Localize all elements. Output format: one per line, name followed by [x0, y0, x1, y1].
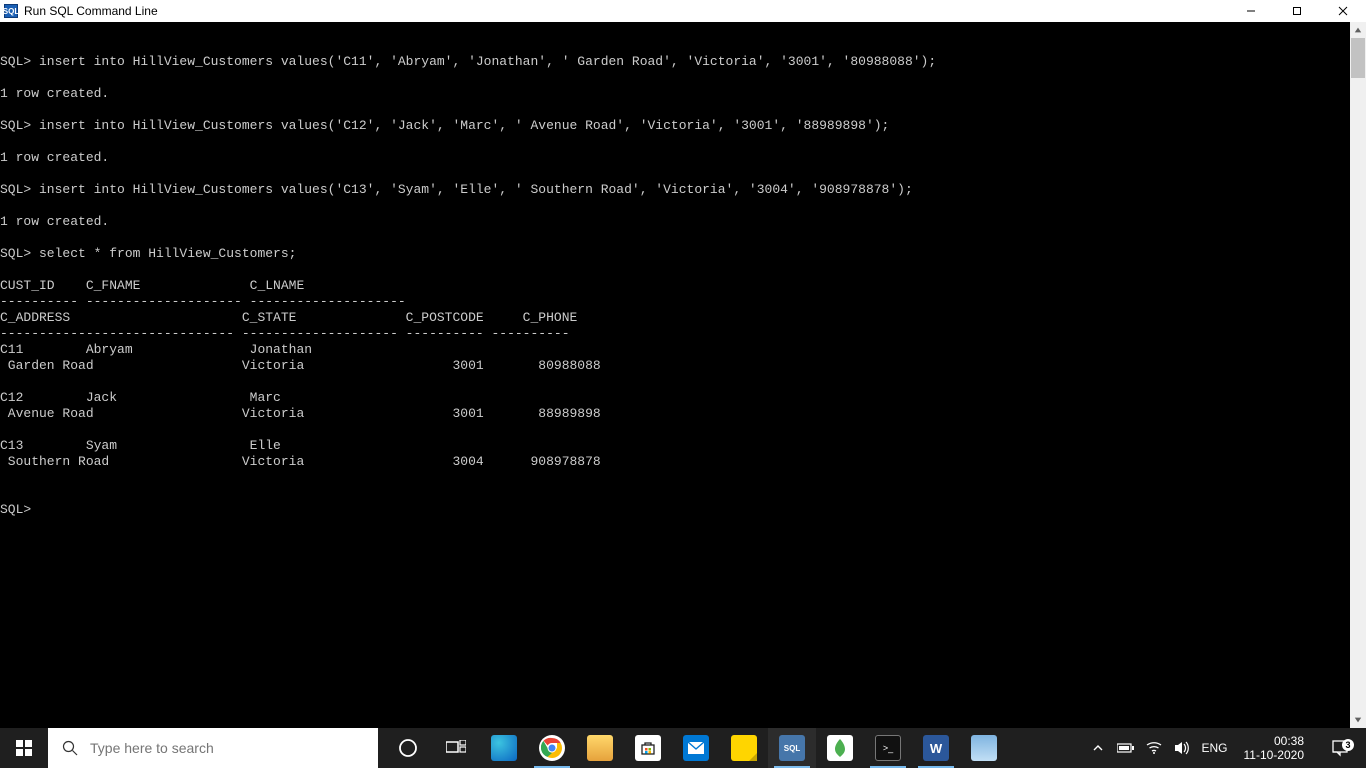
tray-notifications[interactable]: 3	[1320, 739, 1360, 757]
taskbar-explorer[interactable]	[576, 728, 624, 768]
taskbar-notepad[interactable]	[960, 728, 1008, 768]
windows-icon	[16, 740, 32, 756]
cmd-icon: >_	[875, 735, 901, 761]
notepad-icon	[971, 735, 997, 761]
tray-language[interactable]: ENG	[1201, 728, 1227, 768]
window-titlebar: SQL Run SQL Command Line	[0, 0, 1366, 22]
scrollbar[interactable]	[1350, 22, 1366, 728]
maximize-button[interactable]	[1274, 0, 1320, 22]
tray-wifi-icon[interactable]	[1145, 728, 1163, 768]
system-tray: ENG 00:38 11-10-2020 3	[1089, 728, 1366, 768]
taskbar-cmd[interactable]: >_	[864, 728, 912, 768]
close-button[interactable]	[1320, 0, 1366, 22]
terminal-text: SQL> insert into HillView_Customers valu…	[0, 54, 1350, 518]
scroll-up-button[interactable]	[1350, 22, 1366, 38]
search-input[interactable]	[90, 740, 340, 756]
taskbar-mail[interactable]	[672, 728, 720, 768]
sticky-notes-icon	[731, 735, 757, 761]
start-button[interactable]	[0, 728, 48, 768]
edge-icon	[491, 735, 517, 761]
mail-icon	[683, 735, 709, 761]
sqlplus-icon: SQL	[779, 735, 805, 761]
taskbar-chrome[interactable]	[528, 728, 576, 768]
tray-clock[interactable]: 00:38 11-10-2020	[1238, 734, 1311, 762]
tray-date: 11-10-2020	[1244, 748, 1305, 762]
app-icon: SQL	[4, 4, 18, 18]
word-icon: W	[923, 735, 949, 761]
window-buttons	[1228, 0, 1366, 22]
minimize-button[interactable]	[1228, 0, 1274, 22]
terminal-output[interactable]: SQL> insert into HillView_Customers valu…	[0, 22, 1350, 728]
search-box[interactable]	[48, 728, 378, 768]
window-title: Run SQL Command Line	[24, 4, 158, 18]
mongodb-icon	[827, 735, 853, 761]
taskbar-cortana[interactable]	[384, 728, 432, 768]
taskbar-store[interactable]	[624, 728, 672, 768]
taskbar-sqlplus[interactable]: SQL	[768, 728, 816, 768]
search-icon	[62, 740, 78, 756]
scroll-thumb[interactable]	[1351, 38, 1365, 78]
taskbar-edge[interactable]	[480, 728, 528, 768]
cortana-icon	[398, 738, 418, 758]
tray-volume-icon[interactable]	[1173, 728, 1191, 768]
tray-battery-icon[interactable]	[1117, 728, 1135, 768]
scroll-down-button[interactable]	[1350, 712, 1366, 728]
tray-chevron-up-icon[interactable]	[1089, 728, 1107, 768]
taskview-icon	[446, 740, 466, 756]
tray-time: 00:38	[1244, 734, 1305, 748]
terminal-area: SQL> insert into HillView_Customers valu…	[0, 22, 1366, 728]
notification-count: 3	[1342, 739, 1354, 751]
taskbar-sticky-notes[interactable]	[720, 728, 768, 768]
taskbar-pinned: SQL >_ W	[384, 728, 1008, 768]
store-icon	[635, 735, 661, 761]
chrome-icon	[539, 735, 565, 761]
taskbar-word[interactable]: W	[912, 728, 960, 768]
taskbar-mongodb[interactable]	[816, 728, 864, 768]
taskbar-taskview[interactable]	[432, 728, 480, 768]
tray-language-label: ENG	[1201, 741, 1227, 755]
taskbar: SQL >_ W	[0, 728, 1366, 768]
folder-icon	[587, 735, 613, 761]
